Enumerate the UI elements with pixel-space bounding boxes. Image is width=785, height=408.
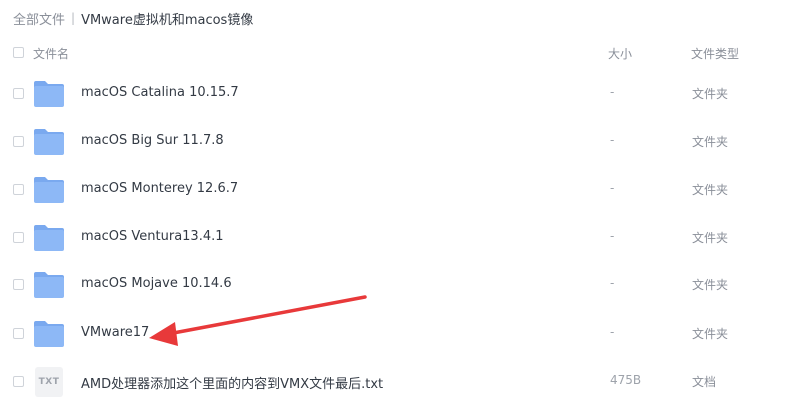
file-size: 475B [610,373,642,387]
breadcrumb-root-link[interactable]: 全部文件 [13,9,65,28]
file-browser: 全部文件 | VMware虚拟机和macos镜像 文件名 大小 文件类型 mac… [0,0,785,408]
breadcrumb-separator: | [71,11,76,25]
file-name[interactable]: AMD处理器添加这个里面的内容到VMX文件最后.txt [81,373,383,392]
table-row[interactable]: TXT AMD处理器添加这个里面的内容到VMX文件最后.txt 475B 文档 [0,358,785,406]
file-size: - [610,181,615,195]
file-size: - [610,229,615,243]
breadcrumb-current: VMware虚拟机和macos镜像 [81,12,254,28]
file-name[interactable]: macOS Mojave 10.14.6 [81,276,232,291]
folder-icon [34,177,64,203]
file-size: - [610,325,615,339]
row-checkbox[interactable] [13,184,24,195]
folder-icon [34,225,64,251]
folder-icon [34,81,64,107]
select-all-checkbox[interactable] [13,47,24,58]
breadcrumb: 全部文件 | VMware虚拟机和macos镜像 [13,8,253,28]
file-type: 文件夹 [692,183,729,197]
row-checkbox[interactable] [13,376,24,387]
table-row[interactable]: macOS Ventura13.4.1 - 文件夹 [0,214,785,262]
file-name[interactable]: macOS Catalina 10.15.7 [81,85,239,100]
file-type: 文件夹 [692,278,729,292]
column-header-size[interactable]: 大小 [608,45,632,62]
column-header-name[interactable]: 文件名 [33,45,69,62]
file-type: 文件夹 [692,327,729,341]
folder-icon [34,321,64,347]
file-size: - [610,85,615,99]
file-name[interactable]: macOS Ventura13.4.1 [81,229,224,244]
file-name[interactable]: macOS Big Sur 11.7.8 [81,133,224,148]
column-header-type[interactable]: 文件类型 [691,45,739,62]
file-type: 文件夹 [692,87,729,101]
file-name[interactable]: macOS Monterey 12.6.7 [81,181,238,196]
folder-icon [34,272,64,298]
row-checkbox[interactable] [13,136,24,147]
folder-icon [34,129,64,155]
file-size: - [610,133,615,147]
row-checkbox[interactable] [13,232,24,243]
row-checkbox[interactable] [13,88,24,99]
row-checkbox[interactable] [13,328,24,339]
table-row[interactable]: macOS Big Sur 11.7.8 - 文件夹 [0,118,785,166]
file-type: 文件夹 [692,231,729,245]
file-type: 文档 [692,375,717,389]
table-row[interactable]: macOS Catalina 10.15.7 - 文件夹 [0,70,785,118]
file-list-header: 文件名 大小 文件类型 [0,40,785,66]
table-row[interactable]: macOS Mojave 10.14.6 - 文件夹 [0,261,785,309]
table-row[interactable]: VMware17 - 文件夹 [0,310,785,358]
row-checkbox[interactable] [13,279,24,290]
table-row[interactable]: macOS Monterey 12.6.7 - 文件夹 [0,166,785,214]
txt-file-icon: TXT [35,367,63,397]
file-name[interactable]: VMware17 [81,325,149,340]
file-type: 文件夹 [692,135,729,149]
file-size: - [610,276,615,290]
